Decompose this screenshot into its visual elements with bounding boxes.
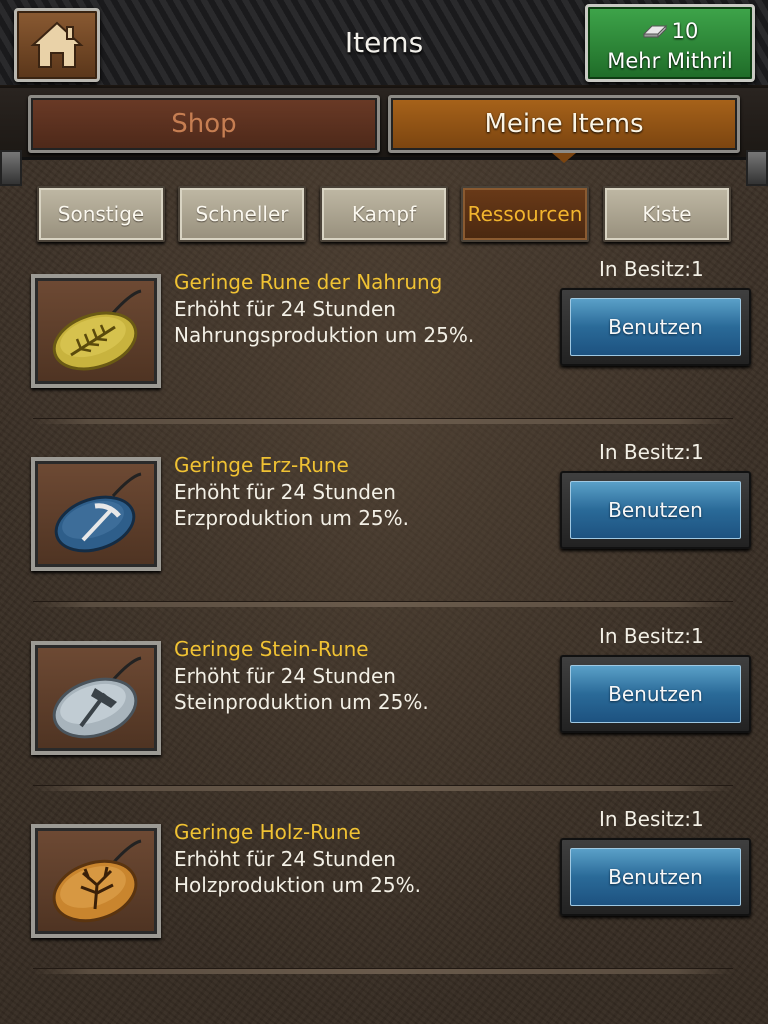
use-button[interactable]: Benutzen [560, 655, 751, 733]
tab-shop[interactable]: Shop [28, 95, 380, 153]
item-owned-count: In Besitz:1 [599, 257, 704, 281]
subtab-kampf[interactable]: Kampf [320, 186, 448, 242]
item-row-wood-rune: Geringe Holz-Rune Erhöht für 24 Stunden … [0, 807, 768, 1003]
right-rivet [746, 150, 768, 186]
mithril-label: Mehr Mithril [607, 49, 733, 73]
page-title: Items [344, 26, 424, 59]
item-description-line2: Steinproduktion um 25%. [174, 690, 429, 714]
item-name: Geringe Erz-Rune [174, 453, 349, 477]
left-rivet [0, 150, 22, 186]
subtab-schneller[interactable]: Schneller [178, 186, 306, 242]
mithril-count-row: 10 [588, 19, 752, 43]
item-name: Geringe Stein-Rune [174, 637, 369, 661]
mithril-bar-icon [642, 24, 667, 39]
item-description-line2: Nahrungsproduktion um 25%. [174, 323, 475, 347]
more-mithril-button[interactable]: 10 Mehr Mithril [585, 4, 755, 82]
use-button-label: Benutzen [570, 848, 741, 906]
row-divider [33, 785, 733, 791]
row-divider [33, 968, 733, 974]
item-image-frame [31, 824, 161, 938]
mithril-count: 10 [671, 19, 699, 43]
row-divider [33, 418, 733, 424]
item-description-line2: Erzproduktion um 25%. [174, 506, 410, 530]
stone-rune-icon [52, 656, 142, 739]
food-rune-icon [52, 289, 142, 371]
use-button[interactable]: Benutzen [560, 471, 751, 549]
row-divider [33, 601, 733, 607]
item-row-food-rune: Geringe Rune der Nahrung Erhöht für 24 S… [0, 257, 768, 453]
home-icon [30, 21, 84, 68]
item-owned-count: In Besitz:1 [599, 807, 704, 831]
item-row-stone-rune: Geringe Stein-Rune Erhöht für 24 Stunden… [0, 624, 768, 820]
item-image-frame [31, 641, 161, 755]
item-description-line1: Erhöht für 24 Stunden [174, 297, 396, 321]
item-owned-count: In Besitz:1 [599, 624, 704, 648]
use-button-label: Benutzen [570, 298, 741, 356]
subtab-ressourcen[interactable]: Ressourcen [461, 186, 589, 242]
use-button[interactable]: Benutzen [560, 838, 751, 916]
use-button-label: Benutzen [570, 481, 741, 539]
subtab-sonstige[interactable]: Sonstige [37, 186, 165, 242]
item-owned-count: In Besitz:1 [599, 440, 704, 464]
item-row-ore-rune: Geringe Erz-Rune Erhöht für 24 Stunden E… [0, 440, 768, 636]
item-description-line1: Erhöht für 24 Stunden [174, 847, 396, 871]
use-button[interactable]: Benutzen [560, 288, 751, 366]
item-description-line1: Erhöht für 24 Stunden [174, 664, 396, 688]
item-image-frame [31, 274, 161, 388]
item-name: Geringe Holz-Rune [174, 820, 361, 844]
wood-rune-icon [52, 839, 142, 923]
use-button-label: Benutzen [570, 665, 741, 723]
subtab-kiste[interactable]: Kiste [603, 186, 731, 242]
tab-meine-items[interactable]: Meine Items [388, 95, 740, 163]
item-image-frame [31, 457, 161, 571]
item-description-line2: Holzproduktion um 25%. [174, 873, 421, 897]
item-description-line1: Erhöht für 24 Stunden [174, 480, 396, 504]
item-name: Geringe Rune der Nahrung [174, 270, 443, 294]
ore-rune-icon [54, 472, 142, 553]
home-button[interactable] [14, 8, 100, 82]
